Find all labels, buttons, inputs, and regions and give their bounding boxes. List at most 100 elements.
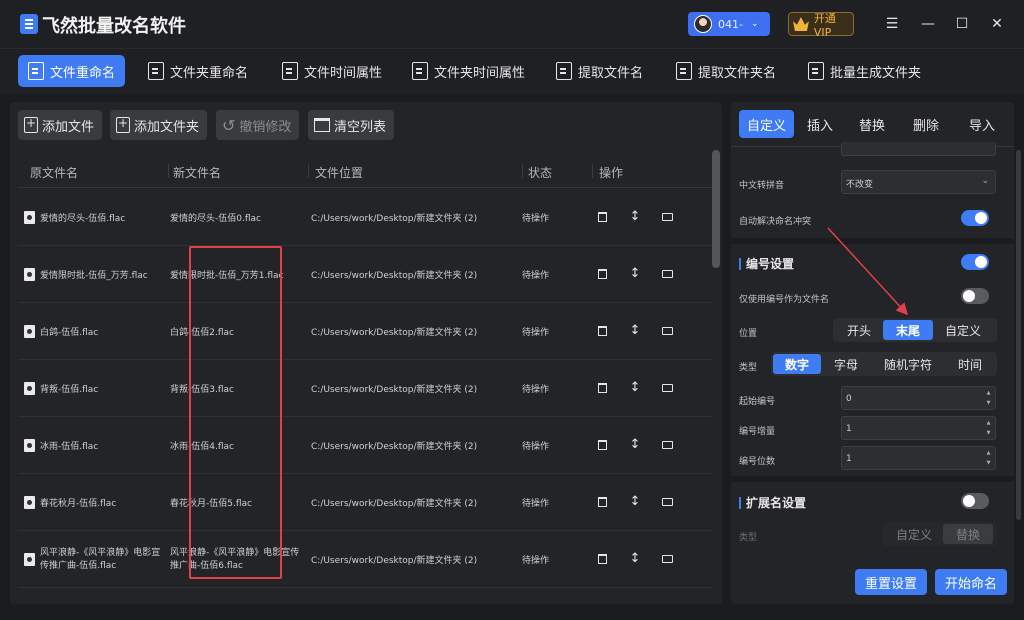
auto-resolve-toggle[interactable] [961,210,989,226]
tab-insert[interactable]: 插入 [799,110,841,138]
auto-resolve-label: 自动解决命名冲突 [739,217,812,227]
open-folder-icon[interactable] [660,551,674,567]
position-end[interactable]: 末尾 [883,320,933,340]
open-folder-icon[interactable] [660,437,674,453]
increment-input[interactable]: 1 ▲ ▼ [841,416,996,440]
tab-import[interactable]: 导入 [961,110,1003,138]
pinyin-select[interactable]: 不改变 ⌄ [841,170,996,194]
tab-file-time[interactable]: 文件时间属性 [272,55,392,87]
move-icon[interactable]: ↕ [628,380,642,396]
open-folder-icon[interactable] [660,380,674,396]
extension-toggle[interactable] [961,493,989,509]
upload-icon [676,62,692,80]
add-folder-icon [116,116,130,133]
table-row[interactable]: 爱情限时批-伍佰_万芳.flac 爱情限时批-伍佰_万芳1.flac C:/Us… [18,246,712,303]
reset-settings-button[interactable]: 重置设置 [855,569,927,595]
ext-type-replace[interactable]: 替换 [943,524,993,544]
tab-extract-file-name[interactable]: 提取文件名 [546,55,653,87]
move-icon[interactable]: ↕ [628,323,642,339]
header-status[interactable]: 状态 [528,164,552,181]
table-row[interactable]: 爱情的尽头-伍佰.flac 爱情的尽头-伍佰0.flac C:/Users/wo… [18,189,712,246]
minimize-icon[interactable]: — [918,14,938,34]
delete-icon[interactable] [595,437,609,453]
close-icon[interactable]: ✕ [987,14,1007,34]
header-location[interactable]: 文件位置 [315,164,363,181]
start-rename-button[interactable]: 开始命名 [935,569,1007,595]
type-random[interactable]: 随机字符 [871,354,945,374]
column-divider[interactable] [592,164,593,178]
start-number-input[interactable]: 0 ▲ ▼ [841,386,996,410]
extension-type-segmented: 自定义 替换 [883,522,997,546]
app-logo-icon [20,14,38,34]
open-folder-icon[interactable] [660,494,674,510]
table-row[interactable]: 白鸽-伍佰.flac 白鸽-伍佰2.flac C:/Users/work/Des… [18,303,712,360]
table-row[interactable]: 冰雨-伍佰.flac 冰雨-伍佰4.flac C:/Users/work/Des… [18,417,712,474]
type-letter[interactable]: 字母 [821,354,871,374]
tab-batch-create-folders[interactable]: 批量生成文件夹 [798,55,931,87]
tab-label: 批量生成文件夹 [830,65,922,81]
extension-section-title: 扩展名设置 [739,494,806,511]
numbering-toggle[interactable] [961,254,989,270]
tab-extract-folder-name[interactable]: 提取文件夹名 [666,55,786,87]
list-scrollbar[interactable] [712,150,720,268]
delete-icon[interactable] [595,380,609,396]
maximize-icon[interactable]: ☐ [952,14,972,34]
open-folder-icon[interactable] [660,209,674,225]
header-new-name[interactable]: 新文件名 [173,164,221,181]
header-original-name[interactable]: 原文件名 [30,164,78,181]
digits-input[interactable]: 1 ▲ ▼ [841,446,996,470]
delete-icon[interactable] [595,551,609,567]
menu-icon[interactable]: ☰ [882,14,902,34]
stepper-arrows-icon[interactable]: ▲ ▼ [984,388,993,408]
column-divider[interactable] [308,164,309,178]
status-text: 待操作 [522,214,550,224]
open-folder-icon[interactable] [660,323,674,339]
stepper-arrows-icon[interactable]: ▲ ▼ [984,418,993,438]
tab-file-rename[interactable]: 文件重命名 [18,55,126,87]
ext-type-custom[interactable]: 自定义 [885,524,943,544]
undo-button[interactable]: ↺ 撤销修改 [216,110,300,140]
audio-file-icon [24,496,35,509]
add-folder-button[interactable]: 添加文件夹 [110,110,208,140]
delete-icon[interactable] [595,209,609,225]
settings-scrollbar[interactable] [1016,150,1021,520]
move-icon[interactable]: ↕ [628,209,642,225]
chevron-down-icon: ⌄ [750,19,759,29]
position-custom[interactable]: 自定义 [933,320,993,340]
type-digit[interactable]: 数字 [773,354,821,374]
original-name: 爱情的尽头-伍佰.flac [40,214,126,224]
table-row[interactable]: 风平浪静-《风平浪静》电影宣传推广曲-伍佰.flac 风平浪静-《风平浪静》电影… [18,531,712,588]
delete-icon[interactable] [595,323,609,339]
move-icon[interactable]: ↕ [628,494,642,510]
tab-delete[interactable]: 删除 [905,110,947,138]
user-account-button[interactable]: 041- ⌄ [688,12,770,36]
tab-replace[interactable]: 替换 [851,110,893,138]
type-time[interactable]: 时间 [945,354,995,374]
prev-select-partial[interactable] [841,142,996,156]
status-text: 待操作 [522,442,550,452]
delete-icon[interactable] [595,266,609,282]
stepper-arrows-icon[interactable]: ▲ ▼ [984,448,993,468]
table-row[interactable]: 春花秋月-伍佰.flac 春花秋月-伍佰5.flac C:/Users/work… [18,474,712,531]
only-number-label: 仅使用编号作为文件名 [739,295,830,305]
delete-icon[interactable] [595,494,609,510]
only-number-toggle[interactable] [961,288,989,304]
status-text: 待操作 [522,556,550,566]
move-icon[interactable]: ↕ [628,437,642,453]
clock-icon [412,62,428,80]
column-divider[interactable] [522,164,523,178]
move-icon[interactable]: ↕ [628,551,642,567]
audio-file-icon [24,382,35,395]
new-name-highlight-box [189,246,282,579]
tab-custom[interactable]: 自定义 [739,110,795,138]
add-file-button[interactable]: 添加文件 [18,110,103,140]
clear-list-button[interactable]: 清空列表 [308,110,395,140]
tab-folder-rename[interactable]: 文件夹重命名 [138,55,258,87]
move-icon[interactable]: ↕ [628,266,642,282]
column-divider[interactable] [168,164,169,178]
open-folder-icon[interactable] [660,266,674,282]
vip-button[interactable]: 开通VIP [788,12,854,39]
position-start[interactable]: 开头 [835,320,883,340]
tab-folder-time[interactable]: 文件夹时间属性 [402,55,535,87]
table-row[interactable]: 背叛-伍佰.flac 背叛-伍佰3.flac C:/Users/work/Des… [18,360,712,417]
